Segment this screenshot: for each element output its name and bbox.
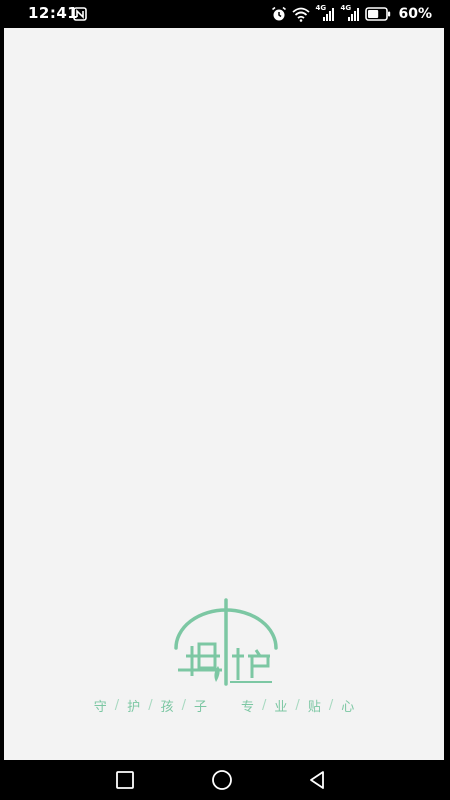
umbrella-logo-icon [174,598,278,686]
nfc-icon [73,7,87,21]
home-button[interactable] [210,768,234,792]
slogan-char: 贴 [307,700,321,715]
battery-percent: 60% [398,6,432,22]
slogan-separator: / [295,698,300,713]
status-icons: 4G 4G 60% [271,4,432,23]
navigation-bar [0,760,450,800]
slogan-separator: / [328,698,334,713]
slogan-char: 护 [127,700,141,715]
battery-icon [365,7,391,21]
slogan: 守 / 护 / 孩 / 子 专 / 业 / 贴 / 心 [4,696,444,715]
slogan-separator: / [262,698,267,713]
back-button[interactable] [305,768,329,792]
recent-apps-button[interactable] [113,768,137,792]
slogan-char: 心 [341,700,355,715]
slogan-char: 业 [274,700,288,715]
status-bar: 12:41 4G 4G 60% [0,0,450,28]
alarm-icon [272,6,287,21]
wifi-icon [292,7,311,22]
signal-2: 4G [340,4,360,22]
signal-1: 4G [315,4,335,22]
slogan-char: 专 [241,700,255,715]
signal-icon [323,8,335,21]
slogan-char: 孩 [160,700,174,715]
signal-icon [348,8,360,21]
slogan-char: 子 [193,700,207,715]
slogan-separator: / [181,698,186,713]
slogan-char: 守 [93,700,107,715]
slogan-separator: / [114,698,120,713]
slogan-separator: / [148,698,153,713]
splash-screen: 守 / 护 / 孩 / 子 专 / 业 / 贴 / 心 [4,28,444,760]
status-time: 12:41 [28,4,79,22]
